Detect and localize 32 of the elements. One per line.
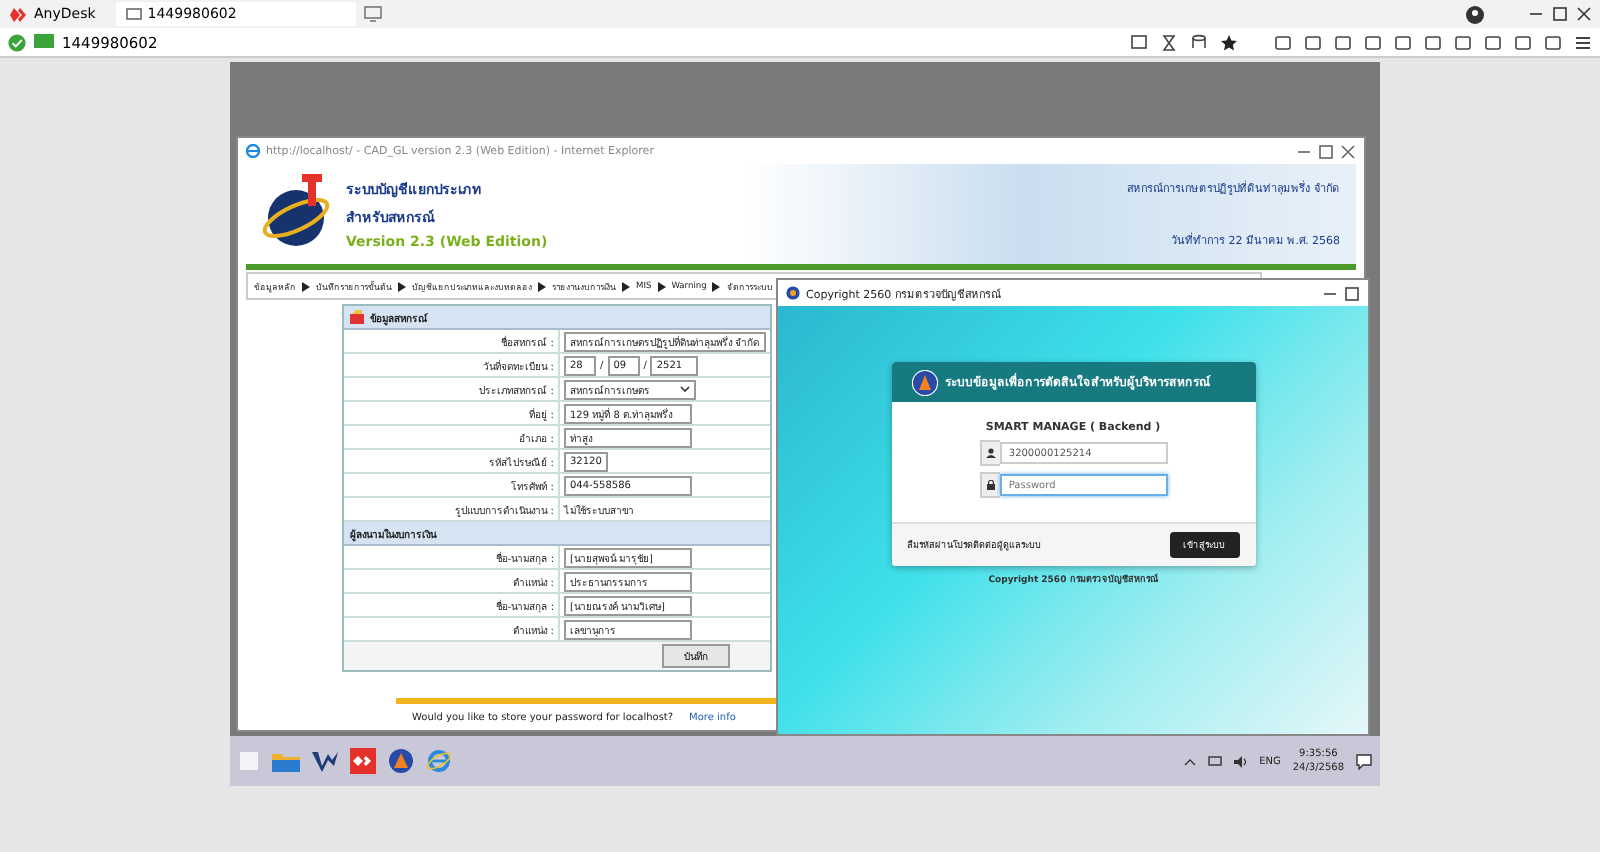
speaker-icon[interactable] <box>1233 755 1248 767</box>
chevron-down-icon <box>680 385 690 393</box>
folder-icon[interactable] <box>272 750 300 772</box>
chevron-up-icon[interactable] <box>1183 757 1196 765</box>
anydesk-logo-icon <box>8 5 26 23</box>
close-icon[interactable] <box>1340 143 1356 159</box>
emblem-icon <box>911 369 937 395</box>
triangle-right-icon <box>538 281 546 291</box>
lock-icon <box>985 480 996 490</box>
menu-icon[interactable] <box>1574 33 1592 51</box>
anydesk-app-icon[interactable] <box>350 748 376 774</box>
ie-logo-icon <box>246 144 260 158</box>
maximize-icon[interactable] <box>1552 6 1568 22</box>
emblem-icon <box>786 286 800 300</box>
folder-icon <box>350 310 364 324</box>
maximize-icon[interactable] <box>1318 143 1334 159</box>
network-icon[interactable] <box>1207 755 1222 767</box>
notification-icon[interactable] <box>1356 753 1372 769</box>
user-icon <box>985 448 996 458</box>
triangle-right-icon <box>712 281 721 291</box>
start-icon[interactable] <box>238 750 260 772</box>
triangle-right-icon <box>302 281 310 291</box>
star-icon[interactable] <box>1220 33 1238 51</box>
triangle-right-icon <box>398 281 406 291</box>
maximize-icon[interactable] <box>1344 285 1360 301</box>
triangle-right-icon <box>622 281 630 291</box>
connected-check-icon <box>8 33 26 51</box>
triangle-right-icon <box>657 281 666 291</box>
account-icon[interactable] <box>1466 5 1484 23</box>
emblem-app-icon[interactable] <box>388 748 414 774</box>
close-icon[interactable] <box>1576 6 1592 22</box>
hourglass-icon[interactable] <box>1160 33 1178 51</box>
